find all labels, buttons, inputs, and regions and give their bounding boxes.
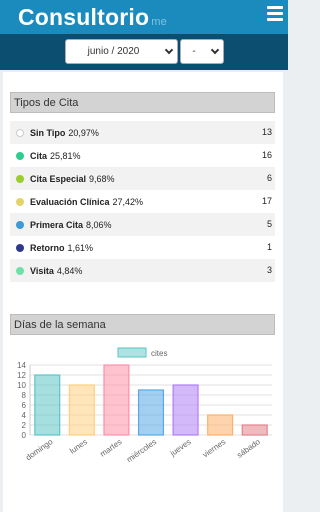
appointment-type-list: Sin Tipo 20,97% 13 Cita 25,81% 16 Cita Especia…: [10, 121, 275, 282]
type-label: Primera Cita: [30, 219, 84, 230]
y-tick-label: 0: [22, 431, 27, 440]
type-percentage: 4,84%: [56, 265, 83, 276]
y-tick-label: 10: [17, 381, 26, 390]
type-count: 17: [261, 196, 272, 206]
color-dot-icon: [16, 174, 24, 183]
color-dot-icon: [16, 128, 24, 137]
color-dot-icon: [16, 243, 24, 252]
type-count: 3: [266, 265, 272, 275]
brand-suffix: me: [151, 16, 167, 28]
secondary-select[interactable]: -: [180, 39, 224, 64]
bar: [103, 364, 130, 436]
x-tick-label: viernes: [201, 437, 227, 459]
type-label: Visita: [30, 265, 54, 276]
list-item: Retorno 1,61% 1: [10, 236, 275, 259]
chevron-down-icon: [164, 45, 174, 55]
type-count: 1: [266, 242, 272, 252]
brand-logo[interactable]: Consultorio me: [18, 4, 167, 31]
list-item: Cita 25,81% 16: [10, 144, 275, 167]
bar: [241, 424, 268, 436]
bar: [137, 389, 165, 436]
y-tick-label: 8: [22, 391, 27, 400]
x-tick-label: jueves: [168, 437, 193, 458]
brand-name: Consultorio: [18, 4, 150, 30]
type-count: 6: [266, 173, 272, 183]
type-label: Cita Especial: [30, 173, 87, 184]
y-tick-label: 6: [22, 401, 27, 410]
x-tick-label: domingo: [24, 437, 55, 462]
type-label: Cita: [30, 150, 48, 161]
hamburger-menu-icon[interactable]: [267, 6, 283, 22]
period-select-value: junio / 2020: [87, 46, 140, 57]
color-dot-icon: [16, 197, 24, 206]
types-section-header: Tipos de Cita: [10, 92, 275, 113]
type-label: Retorno: [30, 242, 65, 253]
bar: [68, 384, 95, 436]
bar: [34, 374, 61, 436]
color-dot-icon: [16, 266, 24, 275]
color-dot-icon: [16, 220, 24, 229]
list-item: Evaluación Clínica 27,42% 17: [10, 190, 275, 213]
x-tick-label: miércoles: [125, 437, 158, 464]
top-bar: Consultorio me: [0, 0, 288, 34]
legend-label: cites: [151, 349, 167, 358]
type-percentage: 1,61%: [67, 242, 94, 253]
bar: [207, 414, 234, 436]
type-percentage: 20,97%: [68, 127, 99, 138]
type-count: 13: [261, 127, 272, 137]
type-percentage: 25,81%: [50, 150, 81, 161]
x-tick-label: sábado: [235, 437, 262, 460]
y-tick-label: 2: [22, 421, 27, 430]
weekday-bar-chart: 02468101214 cites domingo lunes martes miérco…: [17, 347, 272, 464]
y-tick-label: 12: [17, 371, 26, 380]
list-item: Primera Cita 8,06% 5: [10, 213, 275, 236]
bar: [172, 384, 199, 436]
type-percentage: 9,68%: [89, 173, 115, 184]
type-label: Evaluación Clínica: [30, 196, 110, 207]
type-label: Sin Tipo: [30, 127, 66, 138]
y-tick-label: 14: [17, 361, 26, 370]
color-dot-icon: [16, 151, 24, 160]
list-item: Visita 4,84% 3: [10, 259, 275, 282]
filter-bar: junio / 2020 -: [0, 34, 288, 70]
secondary-select-value: -: [192, 46, 196, 57]
x-tick-label: lunes: [68, 437, 89, 455]
days-section-header: Días de la semana: [10, 314, 275, 335]
type-percentage: 27,42%: [112, 196, 144, 207]
x-tick-label: martes: [98, 437, 123, 458]
type-count: 5: [266, 219, 272, 229]
list-item: Sin Tipo 20,97% 13: [10, 121, 275, 144]
y-tick-label: 4: [22, 411, 27, 420]
type-count: 16: [261, 150, 272, 160]
period-select[interactable]: junio / 2020: [65, 39, 178, 64]
legend-swatch: [117, 347, 147, 358]
type-percentage: 8,06%: [86, 219, 112, 230]
chevron-down-icon: [210, 45, 220, 55]
list-item: Cita Especial 9,68% 6: [10, 167, 275, 190]
